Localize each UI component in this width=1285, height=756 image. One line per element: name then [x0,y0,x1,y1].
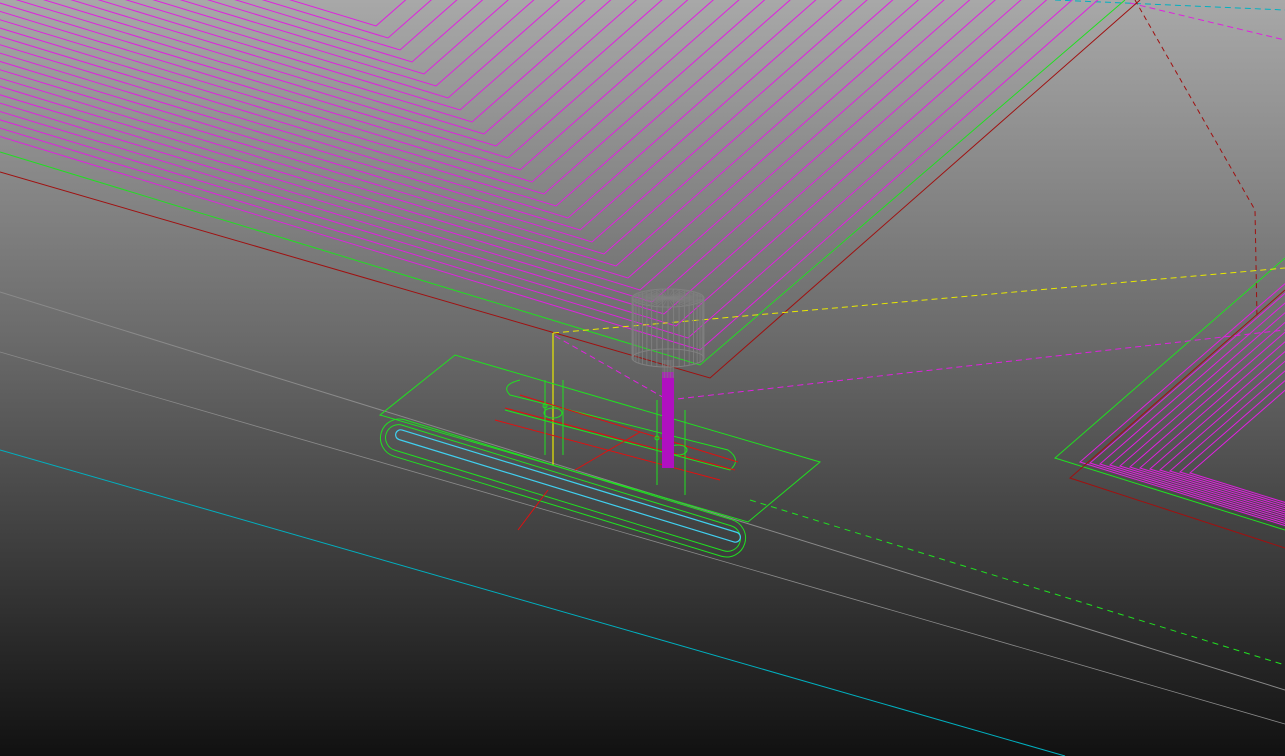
tool-shank [662,372,674,468]
viewport-background [0,0,1285,756]
tool-cutter-head [631,288,705,368]
scene-canvas[interactable] [0,0,1285,756]
cam-3d-viewport[interactable] [0,0,1285,756]
